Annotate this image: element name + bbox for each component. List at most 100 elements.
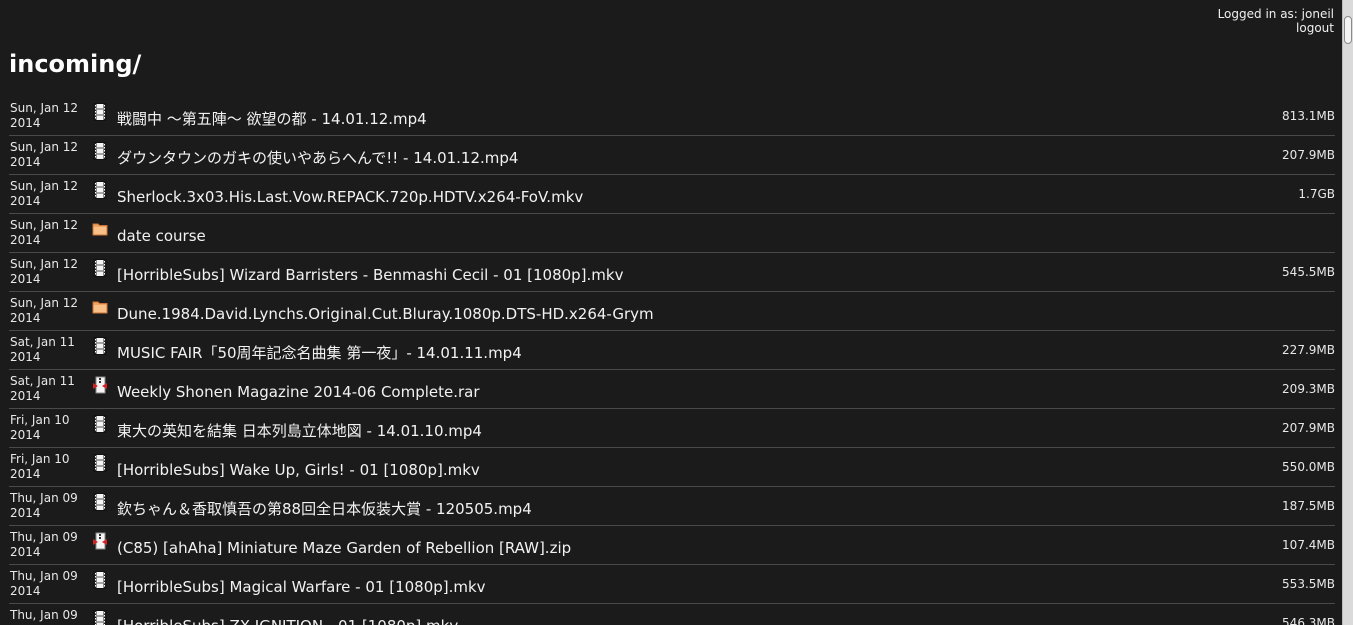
- archive-file-icon: [92, 376, 108, 394]
- file-date: Sat, Jan 11 2014: [10, 374, 90, 404]
- file-size: 553.5MB: [1282, 577, 1335, 591]
- file-date-year: 2014: [10, 467, 41, 481]
- file-date-day: Thu, Jan 09: [10, 569, 78, 583]
- folder-icon: [92, 298, 108, 316]
- user-box: Logged in as: joneil logout: [1218, 7, 1334, 35]
- file-date-year: 2014: [10, 272, 41, 286]
- file-date: Sun, Jan 12 2014: [10, 296, 90, 326]
- file-date: Fri, Jan 10 2014: [10, 452, 90, 482]
- file-row[interactable]: Thu, Jan 09 2014 (C85) [ahAha] Miniature M…: [9, 526, 1335, 565]
- file-name-link[interactable]: [HorribleSubs] ZX IGNITION - 01 [1080p].…: [117, 617, 458, 625]
- file-name-link[interactable]: 東大の英知を結集 日本列島立体地図 - 14.01.10.mp4: [117, 422, 482, 440]
- file-name-link[interactable]: [HorribleSubs] Wake Up, Girls! - 01 [108…: [117, 461, 480, 479]
- file-name-link[interactable]: 戦闘中 ～第五陣～ 欲望の都 - 14.01.12.mp4: [117, 110, 427, 128]
- file-row[interactable]: Sun, Jan 12 2014 [HorribleSubs] Wizard Bar…: [9, 253, 1335, 292]
- file-date-day: Sun, Jan 12: [10, 140, 79, 154]
- file-name-link[interactable]: MUSIC FAIR「50周年記念名曲集 第一夜」- 14.01.11.mp4: [117, 344, 522, 362]
- file-date: Sun, Jan 12 2014: [10, 218, 90, 248]
- file-row[interactable]: Sat, Jan 11 2014 Weekly Shonen Magazine 20…: [9, 370, 1335, 409]
- file-row[interactable]: Sun, Jan 12 2014 Dune.1984.David.Lynchs.Or…: [9, 292, 1335, 331]
- file-date: Sun, Jan 12 2014: [10, 179, 90, 209]
- file-size: 545.5MB: [1282, 265, 1335, 279]
- file-date-day: Thu, Jan 09: [10, 608, 78, 622]
- file-date: Sat, Jan 11 2014: [10, 335, 90, 365]
- video-file-icon: [92, 454, 108, 472]
- video-file-icon: [92, 259, 108, 277]
- file-date: Thu, Jan 092014: [10, 530, 90, 560]
- file-size: 207.9MB: [1282, 148, 1335, 162]
- file-date-year: 2014: [10, 311, 41, 325]
- file-date-day: Sun, Jan 12: [10, 101, 79, 115]
- file-name-link[interactable]: ダウンタウンのガキの使いやあらへんで!! - 14.01.12.mp4: [117, 149, 518, 167]
- file-date-year: 2014: [10, 584, 41, 598]
- file-date-year: 2014: [10, 116, 41, 130]
- video-file-icon: [92, 103, 108, 121]
- file-date: Sun, Jan 12 2014: [10, 140, 90, 170]
- file-row[interactable]: Thu, Jan 09 2014 欽ちゃん＆香取慎吾の第88回全日本仮装大賞 - 1…: [9, 487, 1335, 526]
- file-date-day: Sun, Jan 12: [10, 179, 79, 193]
- file-row[interactable]: Sun, Jan 12 2014 戦闘中 ～第五陣～ 欲望の都 - 14.01.12…: [9, 97, 1335, 136]
- file-date-year: 2014: [10, 428, 41, 442]
- file-date-year: 2014: [10, 506, 41, 520]
- file-row[interactable]: Sat, Jan 11 2014 MUSIC FAIR「50周年記念名曲集 第一夜」…: [9, 331, 1335, 370]
- video-file-icon: [92, 181, 108, 199]
- vertical-scrollbar[interactable]: [1342, 0, 1353, 625]
- file-name-link[interactable]: [HorribleSubs] Wizard Barristers - Benma…: [117, 266, 623, 284]
- video-file-icon: [92, 493, 108, 511]
- file-row[interactable]: Thu, Jan 09 2014 [HorribleSubs] Magical Wa…: [9, 565, 1335, 604]
- file-date: Thu, Jan 092014: [10, 608, 90, 625]
- page-title: incoming/: [9, 50, 142, 78]
- file-size: 227.9MB: [1282, 343, 1335, 357]
- file-name-link[interactable]: Weekly Shonen Magazine 2014-06 Complete.…: [117, 383, 480, 401]
- file-date: Thu, Jan 092014: [10, 569, 90, 599]
- scrollbar-thumb[interactable]: [1344, 16, 1352, 44]
- file-row[interactable]: Fri, Jan 10 2014 [HorribleSubs] Wake Up, G…: [9, 448, 1335, 487]
- file-size: 107.4MB: [1282, 538, 1335, 552]
- file-browser-page: Logged in as: joneil logout incoming/ Su…: [0, 0, 1343, 625]
- file-date-year: 2014: [10, 389, 41, 403]
- file-size: 207.9MB: [1282, 421, 1335, 435]
- file-date-day: Fri, Jan 10: [10, 413, 70, 427]
- file-date-day: Sun, Jan 12: [10, 257, 79, 271]
- file-date-day: Thu, Jan 09: [10, 530, 78, 544]
- file-date-year: 2014: [10, 545, 41, 559]
- file-date-day: Sun, Jan 12: [10, 218, 79, 232]
- logged-in-text: Logged in as: joneil: [1217, 7, 1334, 21]
- file-date: Thu, Jan 092014: [10, 491, 90, 521]
- archive-file-icon: [92, 532, 108, 550]
- file-date-day: Sat, Jan 11: [10, 374, 75, 388]
- file-name-link[interactable]: 欽ちゃん＆香取慎吾の第88回全日本仮装大賞 - 120505.mp4: [117, 500, 532, 518]
- file-date-day: Sat, Jan 11: [10, 335, 75, 349]
- file-list: Sun, Jan 12 2014 戦闘中 ～第五陣～ 欲望の都 - 14.01.12…: [9, 97, 1335, 625]
- file-name-link[interactable]: Dune.1984.David.Lynchs.Original.Cut.Blur…: [117, 305, 654, 323]
- file-size: 1.7GB: [1298, 187, 1335, 201]
- file-row[interactable]: Thu, Jan 092014 [HorribleSubs] ZX IGNITIO…: [9, 604, 1335, 625]
- file-date-day: Fri, Jan 10: [10, 452, 70, 466]
- file-date-year: 2014: [10, 155, 41, 169]
- file-date-year: 2014: [10, 233, 41, 247]
- folder-icon: [92, 220, 108, 238]
- file-date-year: 2014: [10, 194, 41, 208]
- file-date: Fri, Jan 10 2014: [10, 413, 90, 443]
- file-size: 209.3MB: [1282, 382, 1335, 396]
- video-file-icon: [92, 337, 108, 355]
- video-file-icon: [92, 610, 108, 625]
- file-date-year: 2014: [10, 350, 41, 364]
- file-row[interactable]: Sun, Jan 12 2014 date course: [9, 214, 1335, 253]
- file-name-link[interactable]: Sherlock.3x03.His.Last.Vow.REPACK.720p.H…: [117, 188, 583, 206]
- file-size: 813.1MB: [1282, 109, 1335, 123]
- video-file-icon: [92, 142, 108, 160]
- video-file-icon: [92, 415, 108, 433]
- logout-link[interactable]: logout: [1218, 21, 1334, 35]
- file-row[interactable]: Sun, Jan 12 2014 ダウンタウンのガキの使いやあらへんで!! - 14…: [9, 136, 1335, 175]
- video-file-icon: [92, 571, 108, 589]
- file-date-day: Thu, Jan 09: [10, 491, 78, 505]
- file-date: Sun, Jan 12 2014: [10, 101, 90, 131]
- file-size: 187.5MB: [1282, 499, 1335, 513]
- file-name-link[interactable]: [HorribleSubs] Magical Warfare - 01 [108…: [117, 578, 486, 596]
- file-name-link[interactable]: (C85) [ahAha] Miniature Maze Garden of R…: [117, 539, 571, 557]
- file-row[interactable]: Fri, Jan 10 2014 東大の英知を結集 日本列島立体地図 - 14.01…: [9, 409, 1335, 448]
- file-row[interactable]: Sun, Jan 12 2014 Sherlock.3x03.His.Last.Vo…: [9, 175, 1335, 214]
- file-name-link[interactable]: date course: [117, 227, 206, 245]
- file-date-day: Sun, Jan 12: [10, 296, 79, 310]
